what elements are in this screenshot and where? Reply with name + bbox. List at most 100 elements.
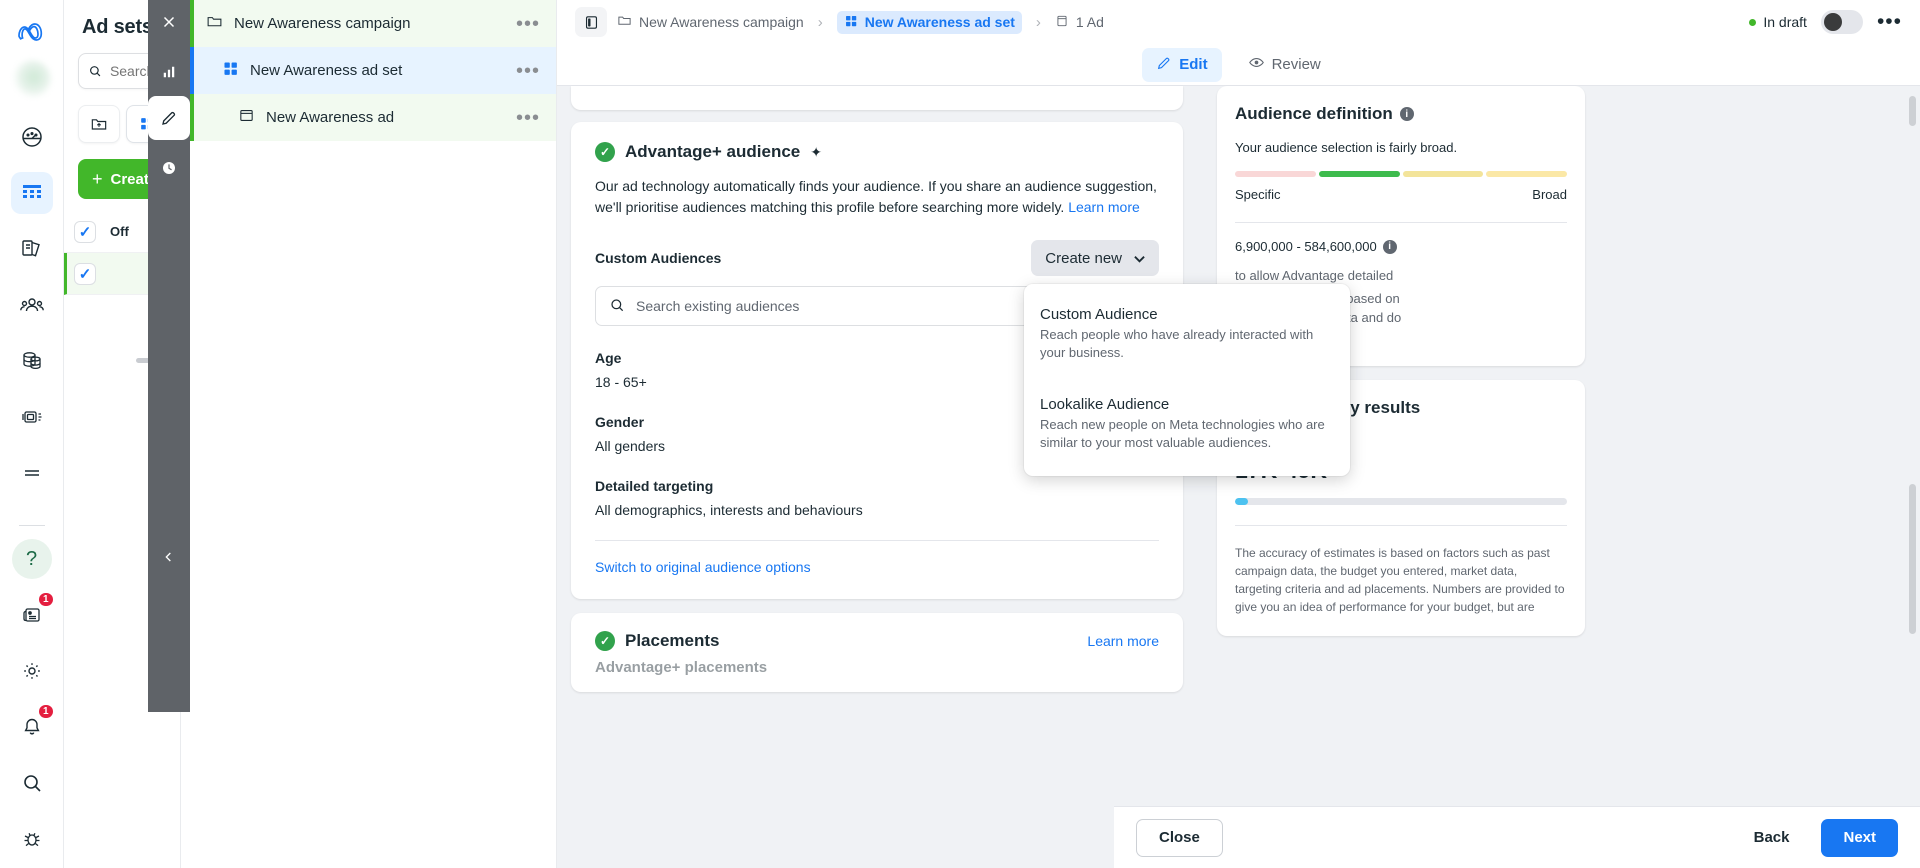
audience-definition-subtitle: Your audience selection is fairly broad. bbox=[1235, 140, 1458, 155]
detailed-targeting-value: All demographics, interests and behaviou… bbox=[595, 502, 863, 518]
close-button[interactable]: Close bbox=[1136, 818, 1223, 857]
previous-card-bottom bbox=[571, 86, 1183, 110]
estimated-audience-size-value: 6,900,000 - 584,600,000 bbox=[1235, 239, 1377, 254]
app-screen: ? 1 1 Ad sets Search + Create ✓ Off ✓ Ne… bbox=[0, 0, 1920, 868]
breadcrumb-campaign[interactable]: New Awareness campaign bbox=[617, 13, 804, 31]
breadcrumb-campaign-label: New Awareness campaign bbox=[639, 14, 804, 30]
sidebar-item-dashboard[interactable] bbox=[11, 116, 53, 158]
notifications-button[interactable]: 1 bbox=[11, 703, 55, 748]
meter-label-specific: Specific bbox=[1235, 187, 1281, 202]
main-scrollbar-bottom[interactable] bbox=[1909, 484, 1916, 634]
news-button[interactable]: 1 bbox=[11, 591, 55, 636]
estimated-results-divider bbox=[1235, 525, 1567, 526]
sparkle-icon: ✦ bbox=[810, 143, 822, 160]
create-new-button[interactable]: Create new bbox=[1031, 240, 1159, 276]
info-icon[interactable]: i bbox=[1382, 239, 1397, 254]
status-toggle[interactable] bbox=[1820, 10, 1863, 34]
audience-breadth-meter bbox=[1235, 171, 1567, 177]
menu-item-custom-audience-desc: Reach people who have already interacted… bbox=[1040, 327, 1314, 360]
sidebar-item-campaigns[interactable] bbox=[10, 172, 53, 214]
previous-card-ghost-text bbox=[595, 86, 599, 96]
footer-right-buttons: Back Next bbox=[1731, 818, 1898, 857]
bug-report-button[interactable] bbox=[11, 818, 53, 860]
next-button[interactable]: Next bbox=[1821, 818, 1898, 857]
eye-icon bbox=[1248, 54, 1265, 75]
menu-item-lookalike-audience[interactable]: Lookalike Audience Reach new people on M… bbox=[1024, 388, 1350, 462]
menu-item-custom-audience[interactable]: Custom Audience Reach people who have al… bbox=[1024, 298, 1350, 372]
placements-card: ✓ Placements Learn more Advantage+ place… bbox=[571, 613, 1183, 692]
sidebar-item-library[interactable] bbox=[11, 228, 53, 270]
back-button[interactable]: Back bbox=[1731, 818, 1812, 857]
campaign-view-tab[interactable] bbox=[78, 105, 120, 143]
side-panel-icon[interactable] bbox=[575, 7, 607, 37]
ad-icon bbox=[1055, 14, 1069, 31]
advantage-audience-header: ✓ Advantage+ audience ✦ bbox=[595, 142, 1159, 162]
audience-definition-note-1: to allow Advantage detailed bbox=[1235, 268, 1394, 283]
status-dot-icon bbox=[1749, 18, 1757, 26]
help-button[interactable]: ? bbox=[11, 538, 53, 580]
tree-row-ad[interactable]: New Awareness ad ••• bbox=[190, 94, 556, 141]
news-badge: 1 bbox=[36, 591, 55, 608]
advantage-audience-title: Advantage+ audience bbox=[625, 142, 801, 161]
audience-definition-title: Audience definition bbox=[1235, 104, 1393, 123]
menu-item-lookalike-audience-desc: Reach new people on Meta technologies wh… bbox=[1040, 417, 1325, 450]
settings-button[interactable] bbox=[11, 650, 53, 692]
breadcrumb-adset[interactable]: New Awareness ad set bbox=[836, 10, 1022, 34]
advantage-audience-description: Our ad technology automatically finds yo… bbox=[595, 176, 1159, 218]
chart-bars-icon[interactable] bbox=[148, 50, 190, 94]
reach-progress-bar bbox=[1235, 498, 1567, 505]
row-checkbox[interactable]: ✓ bbox=[74, 220, 96, 243]
status-label: In draft bbox=[1763, 14, 1807, 30]
tree-row-adset[interactable]: New Awareness ad set ••• bbox=[190, 47, 556, 94]
sidebar-item-billing[interactable] bbox=[11, 340, 53, 382]
tree-row-adset-menu[interactable]: ••• bbox=[516, 61, 540, 81]
edit-review-tabs: Edit Review bbox=[557, 44, 1920, 86]
more-options-button[interactable]: ••• bbox=[1877, 11, 1902, 32]
top-bar-right: In draft ••• bbox=[1749, 10, 1902, 34]
close-icon[interactable] bbox=[148, 0, 190, 44]
sidebar-item-creative[interactable] bbox=[11, 396, 53, 438]
avatar-blur bbox=[12, 60, 51, 98]
tree-row-ad-label: New Awareness ad bbox=[266, 109, 395, 126]
meter-segment-1 bbox=[1235, 171, 1316, 177]
meter-label-broad: Broad bbox=[1532, 187, 1567, 202]
folder-arrow-icon bbox=[91, 119, 107, 130]
tree-row-campaign[interactable]: New Awareness campaign ••• bbox=[190, 0, 556, 47]
sidebar-item-audiences[interactable] bbox=[11, 284, 53, 326]
audience-definition-divider bbox=[1235, 222, 1567, 223]
meta-logo-icon[interactable] bbox=[10, 10, 54, 54]
question-mark-icon: ? bbox=[11, 539, 52, 579]
tab-review-label: Review bbox=[1271, 56, 1321, 73]
search-icon bbox=[90, 66, 101, 77]
tab-edit[interactable]: Edit bbox=[1142, 47, 1222, 82]
placements-learn-more-link[interactable]: Learn more bbox=[1087, 633, 1159, 649]
audience-search-placeholder: Search existing audiences bbox=[636, 298, 800, 314]
info-icon[interactable]: i bbox=[1399, 107, 1414, 121]
check-circle-icon: ✓ bbox=[595, 631, 615, 651]
breadcrumb-adset-label: New Awareness ad set bbox=[864, 14, 1015, 30]
breadcrumb-separator: › bbox=[1035, 13, 1041, 31]
collapse-chevron-icon[interactable] bbox=[148, 537, 190, 577]
meter-segment-4 bbox=[1486, 171, 1567, 177]
pencil-icon[interactable] bbox=[148, 96, 190, 140]
breadcrumb-ad[interactable]: 1 Ad bbox=[1055, 14, 1104, 31]
ad-icon bbox=[238, 107, 255, 129]
switch-original-audience-link[interactable]: Switch to original audience options bbox=[595, 559, 811, 575]
estimated-results-disclaimer: The accuracy of estimates is based on fa… bbox=[1235, 546, 1565, 614]
tree-row-adset-label: New Awareness ad set bbox=[250, 62, 403, 79]
plus-icon: + bbox=[92, 168, 103, 189]
footer-bar: Close Back Next bbox=[1114, 806, 1920, 868]
create-new-label: Create new bbox=[1045, 249, 1122, 267]
sidebar-item-all-tools[interactable] bbox=[11, 452, 53, 494]
tab-review[interactable]: Review bbox=[1234, 47, 1335, 82]
clock-icon[interactable] bbox=[148, 146, 190, 190]
main-scrollbar-top[interactable] bbox=[1909, 96, 1916, 126]
row-checkbox[interactable]: ✓ bbox=[74, 262, 96, 285]
folder-icon bbox=[617, 13, 632, 31]
meter-segment-3 bbox=[1402, 171, 1484, 177]
learn-more-link[interactable]: Learn more bbox=[1068, 199, 1140, 215]
search-rail-button[interactable] bbox=[11, 762, 53, 804]
tree-row-ad-menu[interactable]: ••• bbox=[516, 108, 540, 128]
tree-row-campaign-menu[interactable]: ••• bbox=[516, 14, 540, 34]
breadcrumb-separator: › bbox=[817, 13, 823, 31]
